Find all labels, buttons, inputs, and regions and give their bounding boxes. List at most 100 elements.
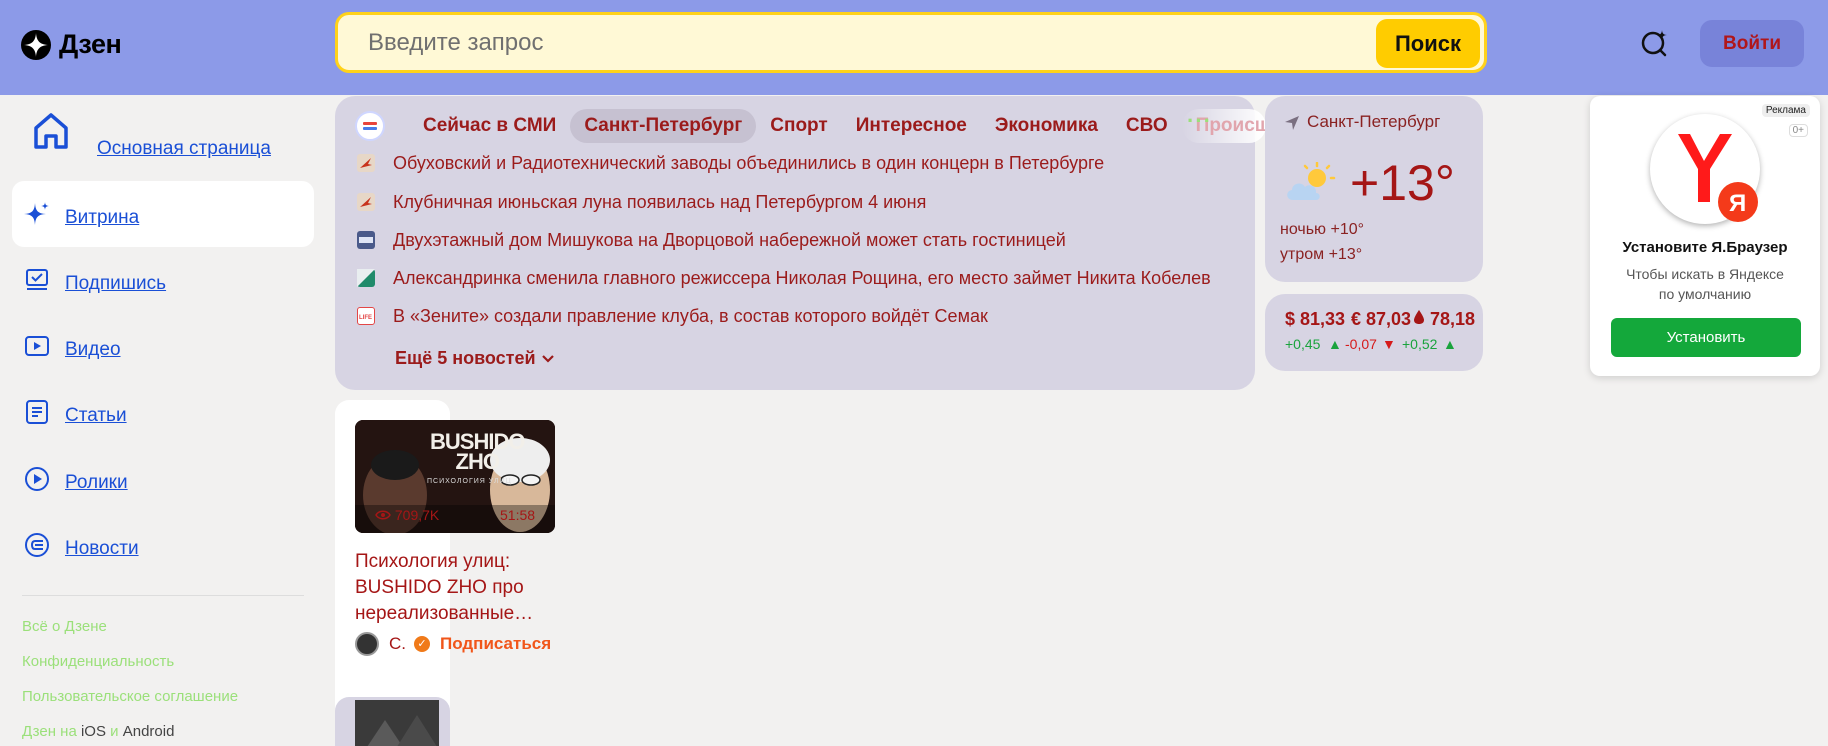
eur-change: -0,07 [1345,336,1377,352]
sidebar-item-label: Подпишись [65,273,167,294]
card-title[interactable]: Психология улиц: BUSHIDO ZHO про нереали… [355,549,565,627]
yandex-browser-logo-icon: Я [1650,114,1760,224]
source-icon [357,154,375,172]
sidebar-item-label: Ролики [65,472,128,493]
ad-banner[interactable]: Реклама 0+ Я Установите Я.Браузер Чтобы … [1590,96,1820,376]
video-duration: 51:58 [500,507,536,523]
partly-cloudy-icon [1283,161,1339,211]
more-tabs-icon[interactable]: ··· [1187,108,1212,134]
thumbnail-title: BUSHIDO ZHO [430,431,525,474]
tab-sport[interactable]: Спорт [756,109,841,143]
article-icon [24,399,50,425]
headline-text: Александринка сменила главного режиссера… [393,267,1211,288]
sidebar-item-home[interactable]: Основная страница [97,138,271,160]
source-icon [357,269,375,287]
news-source-logo-icon [355,111,385,141]
currency-rates-widget[interactable]: $ 81,33 € 87,03 78,18 +0,45 ▲ -0,07 ▼ +0… [1265,294,1483,371]
triangle-up-icon: ▲ [1328,336,1342,352]
login-button[interactable]: Войти [1700,20,1804,67]
dzen-logo[interactable]: Дзен [21,29,122,60]
footer-apps-and: и [110,723,119,740]
shorts-icon [24,466,50,492]
chevron-down-icon [541,348,555,368]
headline-text: Двухэтажный дом Мишукова на Дворцовой на… [393,229,1066,250]
sidebar-item-vitrina[interactable]: Витрина [12,181,314,247]
subscribe-icon [24,267,50,293]
author-row: С. ✓ Подписаться [355,632,551,656]
thumbnail-subtitle: ПСИХОЛОГИЯ УЛИЦ [427,478,512,485]
ad-subtitle-line: Чтобы искать в Яндексе [1626,266,1784,282]
tab-svo[interactable]: СВО [1112,109,1182,143]
news-tabs: Сейчас в СМИ Санкт-Петербург Спорт Интер… [355,108,1266,144]
location-arrow-icon [1283,114,1301,137]
footer-apps: Дзен на iOS и Android [22,723,174,740]
sidebar-item-label: Витрина [65,207,140,228]
news-headline[interactable]: LIFE В «Зените» создали правление клуба,… [357,303,988,329]
triangle-up-icon: ▲ [1443,336,1457,352]
search-input[interactable] [368,28,1268,58]
footer-link-privacy[interactable]: Конфиденциальность [22,653,174,670]
svg-text:LIFE: LIFE [359,315,372,321]
footer-link-terms[interactable]: Пользовательское соглашение [22,688,238,705]
ad-subtitle-line: по умолчанию [1658,286,1752,302]
headline-text: Обуховский и Радиотехнический заводы объ… [393,152,1105,173]
assistant-icon[interactable] [1638,27,1670,59]
sidebar-item-subscribe[interactable]: Подпишись [12,247,314,313]
oil-change: +0,52 [1402,336,1438,352]
sidebar-item-shorts[interactable]: Ролики [12,446,314,512]
source-icon [357,231,375,249]
header: Дзен Поиск Войти [0,0,1828,95]
headline-text: В «Зените» создали правление клуба, в со… [393,305,988,326]
oil-rate: 78,18 [1430,309,1476,329]
sidebar-item-label: Новости [65,538,139,559]
oil-drop-icon [1413,309,1425,330]
tab-saint-petersburg[interactable]: Санкт-Петербург [570,109,757,143]
sidebar-item-video[interactable]: Видео [12,313,314,379]
video-icon [24,333,50,359]
weather-location: Санкт-Петербург [1307,112,1441,131]
avatar[interactable] [355,632,379,656]
news-panel: Сейчас в СМИ Санкт-Петербург Спорт Интер… [335,96,1266,390]
usd-change: +0,45 [1285,336,1321,352]
news-headline[interactable]: Обуховский и Радиотехнический заводы объ… [357,150,1104,176]
sidebar-item-label: Видео [65,339,121,360]
views-value: 709,7K [394,507,440,523]
weather-widget[interactable]: Санкт-Петербург +13° ночью +10° утром +1… [1265,96,1483,282]
video-thumbnail[interactable] [355,700,439,746]
headline-text: Клубничная июньская луна появилась над П… [393,191,927,212]
more-news-label: Ещё 5 новостей [395,348,536,368]
news-icon [24,532,50,558]
tab-economy[interactable]: Экономика [981,109,1112,143]
eur-rate: € 87,03 [1351,309,1412,329]
dzen-logo-icon [21,29,51,60]
author-name[interactable]: С. [389,634,406,654]
sidebar-divider [22,595,304,596]
triangle-down-icon: ▼ [1382,336,1396,352]
subscribe-button[interactable]: Подписаться [440,634,551,654]
video-thumbnail[interactable]: BUSHIDO ZHO ПСИХОЛОГИЯ УЛИЦ 709,7K 51:58 [355,420,555,533]
tab-now-in-media[interactable]: Сейчас в СМИ [409,109,570,143]
sidebar-item-news[interactable]: Новости [12,512,314,578]
home-icon[interactable] [30,110,72,152]
sidebar-item-label: Статьи [65,405,127,426]
sidebar-item-articles[interactable]: Статьи [12,379,314,445]
ad-title: Установите Я.Браузер [1622,239,1788,256]
views-count: 709,7K [375,507,439,523]
footer-link-ios[interactable]: iOS [81,723,106,740]
news-headline[interactable]: Двухэтажный дом Мишукова на Дворцовой на… [357,227,1066,253]
footer-link-about[interactable]: Всё о Дзене [22,618,107,635]
weather-night: ночью +10° [1280,221,1365,238]
source-icon: LIFE [357,307,375,325]
search-button[interactable]: Поиск [1376,19,1480,68]
news-headline[interactable]: Клубничная июньская луна появилась над П… [357,189,926,215]
thumbnail-title-line: ZHO [455,449,500,474]
install-button[interactable]: Установить [1611,318,1801,357]
ad-badge: Реклама [1761,104,1810,117]
tab-interesting[interactable]: Интересное [842,109,981,143]
verified-check-icon: ✓ [414,636,430,652]
footer-link-android[interactable]: Android [123,723,175,740]
news-headline[interactable]: Александринка сменила главного режиссера… [357,265,1211,291]
usd-rate: $ 81,33 [1285,309,1346,329]
more-news-button[interactable]: Ещё 5 новостей [395,348,555,369]
weather-temperature: +13° [1350,155,1455,211]
